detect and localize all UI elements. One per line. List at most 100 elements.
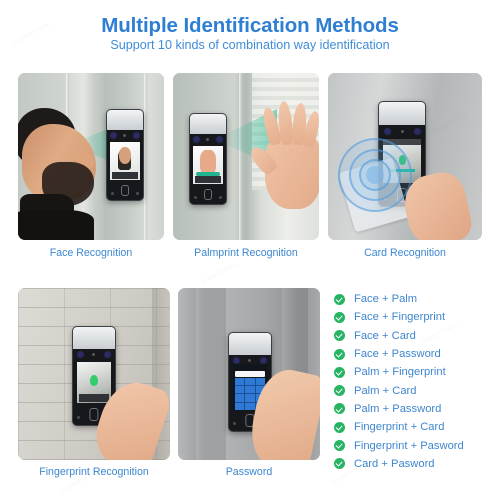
screen-status-bar bbox=[78, 394, 110, 402]
scene-face-recognition bbox=[18, 73, 164, 240]
camera-lens-icon bbox=[77, 352, 83, 358]
combination-label: Card + Pasword bbox=[354, 457, 435, 470]
device-screen bbox=[76, 362, 112, 404]
nfc-signal-icon bbox=[338, 138, 412, 212]
page-subtitle: Support 10 kinds of combination way iden… bbox=[110, 38, 390, 52]
caption-palmprint-recognition: Palmprint Recognition bbox=[194, 247, 298, 259]
check-circle-icon bbox=[334, 421, 345, 433]
camera-lens-icon bbox=[384, 129, 390, 135]
combination-list: Face + Palm Face + Fingerprint Face + Ca… bbox=[334, 290, 498, 473]
keypad-key[interactable] bbox=[245, 386, 255, 394]
caption-card-recognition: Card Recognition bbox=[364, 247, 446, 259]
check-circle-icon bbox=[334, 458, 345, 470]
indicator-dot bbox=[233, 422, 237, 426]
camera-lens-icon bbox=[261, 358, 267, 364]
screen-room-preview bbox=[76, 362, 112, 404]
open-hand bbox=[247, 100, 319, 211]
list-item: Palm + Card bbox=[334, 381, 498, 399]
check-circle-icon bbox=[334, 330, 345, 342]
combination-label: Fingerprint + Card bbox=[354, 421, 445, 434]
keypad-key[interactable] bbox=[245, 394, 255, 402]
keypad-key[interactable] bbox=[245, 402, 255, 410]
scene-fingerprint-recognition bbox=[18, 288, 170, 460]
caption-face-recognition: Face Recognition bbox=[49, 247, 133, 259]
camera-lens-icon bbox=[193, 137, 199, 143]
fingerprint-status-icon bbox=[89, 374, 99, 387]
screen-status-bar bbox=[195, 175, 221, 183]
keypad-key[interactable] bbox=[234, 378, 245, 386]
check-circle-icon bbox=[334, 366, 345, 378]
nfc-core bbox=[366, 166, 384, 184]
preview-person-face bbox=[119, 146, 132, 164]
list-item: Card + Pasword bbox=[334, 455, 498, 473]
check-circle-icon bbox=[334, 440, 345, 452]
panel-face-recognition[interactable] bbox=[18, 73, 164, 240]
list-item: Face + Password bbox=[334, 345, 498, 363]
shoulder bbox=[18, 210, 94, 240]
panel-card-recognition[interactable] bbox=[328, 73, 482, 240]
pin-input-field[interactable] bbox=[234, 370, 266, 378]
device-sensor-row bbox=[379, 125, 425, 139]
device-screen bbox=[193, 146, 223, 185]
list-item: Face + Fingerprint bbox=[334, 308, 498, 326]
keypad-key[interactable] bbox=[234, 402, 245, 410]
check-circle-icon bbox=[334, 311, 345, 323]
device-top-bar bbox=[190, 114, 226, 134]
wall-divider bbox=[239, 73, 242, 240]
keypad-key[interactable] bbox=[245, 378, 255, 386]
fingerprint-sensor-button[interactable] bbox=[89, 408, 99, 422]
fingerprint-home-button[interactable] bbox=[204, 188, 212, 201]
device-sensor-row bbox=[73, 349, 115, 362]
camera-lens-icon bbox=[105, 352, 111, 358]
face-terminal-device[interactable] bbox=[106, 109, 144, 201]
keypad-key[interactable] bbox=[234, 386, 245, 394]
panel-password[interactable] bbox=[178, 288, 320, 460]
check-circle-icon bbox=[334, 385, 345, 397]
device-sensor-row bbox=[107, 130, 143, 142]
indicator-dot bbox=[110, 191, 114, 195]
screen-palm-preview bbox=[193, 146, 223, 185]
list-item: Palm + Fingerprint bbox=[334, 363, 498, 381]
wall-divider bbox=[144, 73, 147, 240]
check-circle-icon bbox=[334, 348, 345, 360]
combination-label: Face + Card bbox=[354, 329, 416, 342]
camera-lens-icon bbox=[110, 133, 116, 139]
list-item: Face + Palm bbox=[334, 290, 498, 308]
device-top-bar bbox=[107, 110, 143, 130]
caption-fingerprint-recognition: Fingerprint Recognition bbox=[39, 466, 149, 478]
device-top-bar bbox=[229, 333, 271, 355]
poster-root: Multiple Identification Methods Support … bbox=[0, 0, 500, 500]
ir-sensor-icon bbox=[92, 353, 96, 357]
panel-fingerprint-recognition[interactable] bbox=[18, 288, 170, 460]
check-circle-icon bbox=[334, 403, 345, 415]
preview-palm-image bbox=[200, 150, 216, 174]
panel-palmprint-recognition[interactable] bbox=[173, 73, 319, 240]
device-top-bar bbox=[379, 102, 425, 125]
combination-label: Face + Password bbox=[354, 348, 441, 361]
person-head-profile bbox=[18, 102, 100, 240]
ir-sensor-icon bbox=[206, 138, 210, 142]
combination-label: Palm + Fingerprint bbox=[354, 366, 446, 379]
screen-status-bar bbox=[112, 171, 138, 179]
indicator-dot bbox=[136, 191, 140, 195]
camera-lens-icon bbox=[217, 137, 223, 143]
list-item: Fingerprint + Card bbox=[334, 418, 498, 436]
combination-label: Fingerprint + Pasword bbox=[354, 439, 464, 452]
page-title: Multiple Identification Methods bbox=[101, 14, 399, 37]
combination-label: Face + Fingerprint bbox=[354, 311, 446, 324]
indicator-dot bbox=[193, 195, 197, 199]
pillar bbox=[196, 288, 226, 460]
list-item: Fingerprint + Pasword bbox=[334, 436, 498, 454]
device-screen bbox=[110, 142, 140, 181]
scene-card-recognition bbox=[328, 73, 482, 240]
ir-sensor-icon bbox=[123, 134, 127, 138]
watermark: madeinchina bbox=[201, 261, 239, 286]
indicator-dot bbox=[77, 416, 81, 420]
palm-terminal-device[interactable] bbox=[189, 113, 227, 205]
camera-lens-icon bbox=[414, 129, 420, 135]
keypad-key[interactable] bbox=[255, 378, 266, 386]
ir-sensor-icon bbox=[248, 359, 252, 363]
ir-sensor-icon bbox=[400, 130, 404, 134]
keypad-key[interactable] bbox=[234, 394, 245, 402]
fingerprint-home-button[interactable] bbox=[121, 184, 129, 197]
